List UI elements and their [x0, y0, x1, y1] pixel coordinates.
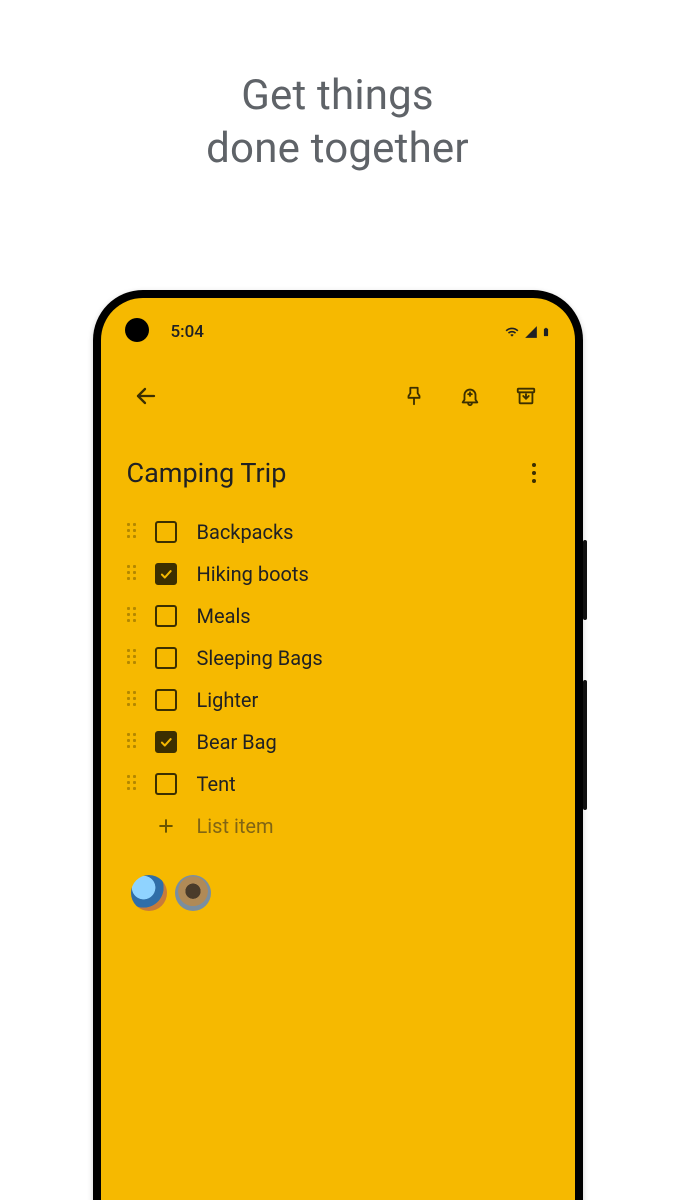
list-item-label[interactable]: Tent — [197, 772, 236, 796]
add-list-item-placeholder: List item — [197, 814, 274, 838]
checkbox[interactable] — [155, 689, 177, 711]
drag-handle-icon[interactable] — [127, 607, 145, 625]
note-overflow-button[interactable] — [519, 463, 549, 483]
checkbox[interactable] — [155, 605, 177, 627]
list-item-label[interactable]: Lighter — [197, 688, 259, 712]
drag-handle-icon[interactable] — [127, 775, 145, 793]
checkbox[interactable] — [155, 521, 177, 543]
list-item-label[interactable]: Hiking boots — [197, 562, 309, 586]
reminder-button[interactable] — [447, 373, 493, 419]
phone-side-button-1 — [583, 540, 587, 620]
collaborator-avatars — [127, 875, 549, 911]
drag-handle-icon[interactable] — [127, 649, 145, 667]
headline-line-1: Get things — [0, 70, 675, 123]
reminder-icon — [459, 385, 481, 407]
headline-block: Get things done together — [0, 0, 675, 175]
checkbox[interactable] — [155, 731, 177, 753]
archive-icon — [515, 385, 537, 407]
collaborator-avatar-1[interactable] — [131, 875, 167, 911]
clock-text: 5:04 — [171, 322, 204, 342]
promo-canvas: Get things done together 5:04 — [0, 0, 675, 1200]
list-item: Bear Bag — [127, 721, 549, 763]
back-button[interactable] — [123, 373, 169, 419]
app-bar — [101, 348, 575, 429]
list-item-label[interactable]: Bear Bag — [197, 730, 277, 754]
wifi-icon — [503, 325, 521, 339]
phone-side-button-2 — [583, 680, 587, 810]
signal-icon — [523, 325, 539, 339]
checklist: Backpacks Hiking boots Meals Sleeping Bags L… — [127, 511, 549, 805]
add-list-item-row[interactable]: List item — [127, 805, 549, 847]
drag-handle-icon[interactable] — [127, 691, 145, 709]
drag-handle-icon[interactable] — [127, 733, 145, 751]
list-item: Lighter — [127, 679, 549, 721]
note-content: Camping Trip Backpacks Hiking boots Meals S… — [101, 429, 575, 911]
headline-line-2: done together — [0, 123, 675, 176]
list-item: Meals — [127, 595, 549, 637]
list-item-label[interactable]: Sleeping Bags — [197, 646, 323, 670]
camera-punch-hole — [125, 318, 149, 342]
pin-icon — [403, 385, 425, 407]
phone-screen: 5:04 — [101, 298, 575, 1200]
collaborator-avatar-2[interactable] — [175, 875, 211, 911]
checkbox[interactable] — [155, 563, 177, 585]
list-item-label[interactable]: Backpacks — [197, 520, 294, 544]
battery-icon — [541, 324, 551, 340]
list-item: Backpacks — [127, 511, 549, 553]
title-row: Camping Trip — [127, 457, 549, 489]
phone-frame: 5:04 — [93, 290, 583, 1200]
checkbox[interactable] — [155, 773, 177, 795]
status-icons — [503, 324, 551, 340]
list-item: Sleeping Bags — [127, 637, 549, 679]
list-item: Hiking boots — [127, 553, 549, 595]
status-bar: 5:04 — [101, 298, 575, 348]
list-item: Tent — [127, 763, 549, 805]
drag-handle-icon[interactable] — [127, 523, 145, 541]
pin-button[interactable] — [391, 373, 437, 419]
plus-icon — [155, 815, 177, 837]
note-title[interactable]: Camping Trip — [127, 457, 287, 489]
checkbox[interactable] — [155, 647, 177, 669]
back-icon — [134, 384, 158, 408]
list-item-label[interactable]: Meals — [197, 604, 251, 628]
phone-mock: 5:04 — [93, 290, 583, 1200]
drag-handle-icon[interactable] — [127, 565, 145, 583]
archive-button[interactable] — [503, 373, 549, 419]
